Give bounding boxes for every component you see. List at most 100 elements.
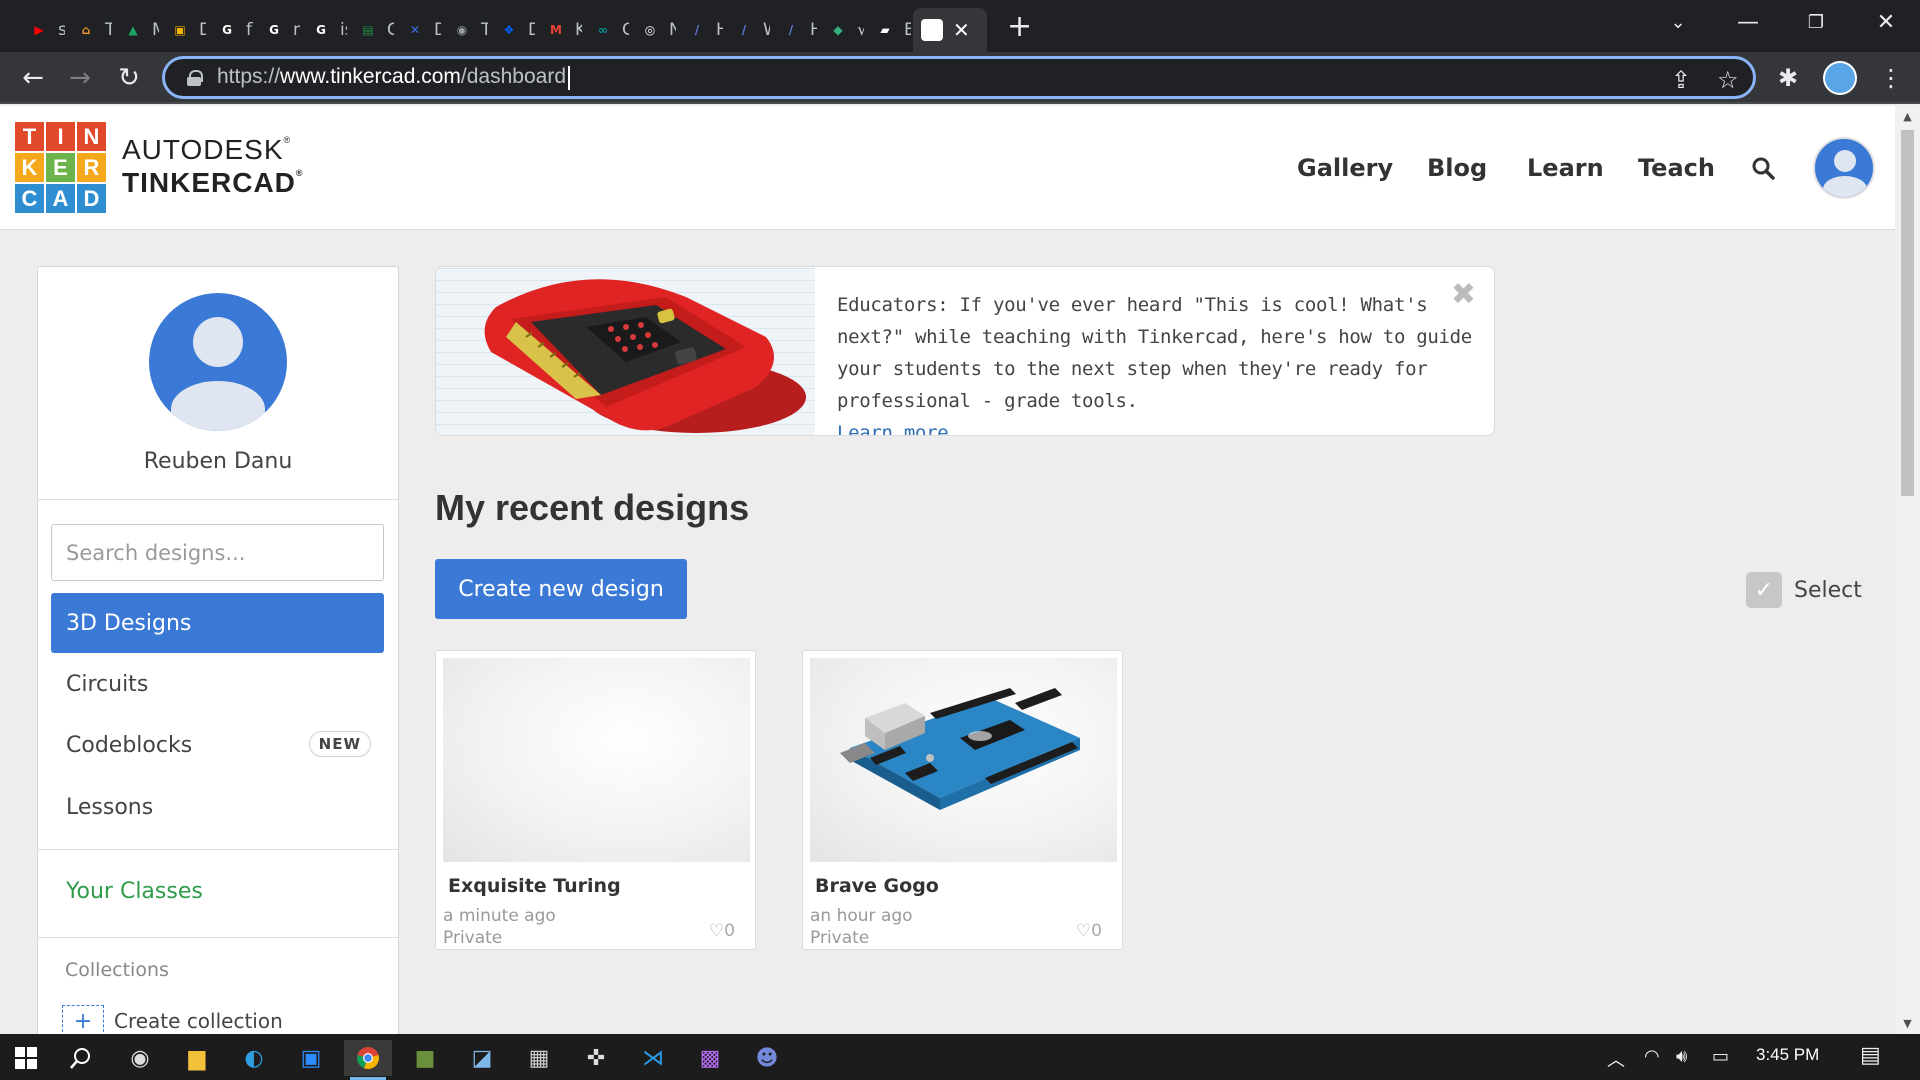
tab-favicon-icon: /	[694, 23, 700, 37]
design-privacy: Private	[443, 928, 503, 948]
browser-tab[interactable]: /W	[725, 8, 770, 52]
create-new-design-button[interactable]: Create new design	[435, 559, 687, 619]
search-icon[interactable]	[57, 1040, 105, 1076]
sidebar-item-codeblocks[interactable]: Codeblocks NEW	[51, 715, 384, 775]
restore-icon[interactable]: ❐	[1782, 0, 1850, 44]
design-card-exquisite-turing[interactable]: Exquisite Turing a minute ago Private ♡0	[435, 650, 756, 950]
lock-icon[interactable]	[187, 69, 203, 86]
design-thumbnail[interactable]	[810, 658, 1117, 862]
browser-tab[interactable]: ◆ √	[819, 8, 864, 52]
browser-profile-avatar[interactable]	[1823, 61, 1857, 95]
sidebar-item-lessons[interactable]: Lessons	[51, 777, 384, 837]
browser-menu-icon[interactable]: ⋮	[1879, 64, 1903, 92]
nav-blog[interactable]: Blog	[1427, 154, 1487, 182]
calculator-icon[interactable]: ▦	[515, 1040, 563, 1076]
new-tab-button[interactable]: +	[1007, 9, 1032, 44]
browser-tab[interactable]: ∞ Ge	[584, 8, 629, 52]
close-banner-icon[interactable]: ✖	[1451, 277, 1476, 312]
tab-search-chevron-icon[interactable]: ⌄	[1644, 0, 1712, 44]
your-classes-link[interactable]: Your Classes	[66, 879, 203, 904]
nav-gallery[interactable]: Gallery	[1297, 154, 1393, 182]
windows-start-icon[interactable]	[2, 1040, 50, 1076]
scroll-down-arrow-icon[interactable]: ▼	[1895, 1017, 1920, 1030]
brand-wordmark[interactable]: AUTODESK® TINKERCAD®	[122, 136, 304, 197]
tab-label: N	[669, 20, 676, 40]
create-collection-button[interactable]: + Create collection	[62, 1005, 283, 1034]
browser-tab[interactable]: ◎ N	[631, 8, 676, 52]
tab-tinkercad-dashboard[interactable]: ✕	[913, 8, 987, 52]
checkbox-icon[interactable]: ✓	[1746, 572, 1782, 608]
url-text[interactable]: https://www.tinkercad.com/dashboard	[217, 65, 571, 90]
tinkercad-logo[interactable]: TIN KER CAD	[15, 122, 106, 213]
browser-tab[interactable]: ▰ Bl	[866, 8, 911, 52]
browser-tab[interactable]: ◉ Tu	[443, 8, 488, 52]
forward-arrow-icon[interactable]: →	[64, 62, 96, 94]
browser-tab[interactable]: Gflo	[208, 8, 253, 52]
address-bar[interactable]: https://www.tinkercad.com/dashboard ⇪ ☆	[162, 56, 1756, 99]
close-tab-icon[interactable]: ✕	[953, 18, 970, 42]
design-title[interactable]: Exquisite Turing	[448, 875, 621, 897]
browser-tab[interactable]: ▲M	[114, 8, 159, 52]
share-icon[interactable]: ⇪	[1671, 66, 1691, 94]
minimize-icon[interactable]: —	[1714, 0, 1782, 44]
discord-icon[interactable]: ☻	[743, 1040, 791, 1076]
windows-taskbar: ◉ ▆ ◐ ▣ ■ ◪ ▦ ✜ ⋊ ▩ ☻ ︿ ◠ 🔊︎ ▭ 3:45 PM ▤	[0, 1034, 1920, 1080]
gamepad-icon[interactable]: ✜	[572, 1040, 620, 1076]
browser-tab[interactable]: / He	[678, 8, 723, 52]
sidebar-item-circuits[interactable]: Circuits	[51, 654, 384, 714]
learn-more-link[interactable]: Learn more	[837, 417, 1477, 435]
scroll-up-arrow-icon[interactable]: ▲	[1895, 110, 1920, 123]
reload-icon[interactable]: ↻	[113, 62, 145, 94]
back-arrow-icon[interactable]: ←	[17, 62, 49, 94]
tab-favicon-icon: G	[316, 23, 326, 37]
search-designs-input[interactable]	[51, 524, 384, 581]
close-window-icon[interactable]: ✕	[1852, 0, 1920, 44]
obs-icon[interactable]: ◉	[116, 1040, 164, 1076]
notes-icon[interactable]: ◪	[458, 1040, 506, 1076]
scrollbar-thumb[interactable]	[1901, 130, 1914, 496]
browser-tab[interactable]: M Ko	[537, 8, 582, 52]
search-icon[interactable]	[1751, 156, 1775, 180]
zoom-icon[interactable]: ▣	[287, 1040, 335, 1076]
nav-teach[interactable]: Teach	[1638, 154, 1715, 182]
sidebar-item-label: Circuits	[66, 671, 149, 697]
taskbar-clock[interactable]: 3:45 PM	[1756, 1045, 1819, 1065]
browser-tab[interactable]: ▤ Ca	[349, 8, 394, 52]
bookmark-star-icon[interactable]: ☆	[1717, 66, 1739, 94]
browser-tab[interactable]: ✕ Di	[396, 8, 441, 52]
wifi-icon[interactable]: ◠	[1644, 1046, 1660, 1067]
file-explorer-icon[interactable]: ▆	[173, 1040, 221, 1076]
browser-tab[interactable]: ❖ Dr	[490, 8, 535, 52]
browser-tab[interactable]: ▣ Di	[161, 8, 206, 52]
notifications-icon[interactable]: ▤	[1860, 1043, 1881, 1068]
design-thumbnail[interactable]	[443, 658, 750, 862]
design-title[interactable]: Brave Gogo	[815, 875, 939, 897]
select-toggle[interactable]: ✓ Select	[1746, 572, 1862, 608]
browser-tab[interactable]: / He	[772, 8, 817, 52]
page-scrollbar[interactable]: ▲ ▼	[1895, 106, 1920, 1034]
tab-favicon-icon: G	[222, 23, 232, 37]
intellij-icon[interactable]: ▩	[686, 1040, 734, 1076]
tray-overflow-chevron-icon[interactable]: ︿	[1607, 1046, 1625, 1072]
vscode-icon[interactable]: ⋊	[629, 1040, 677, 1076]
minecraft-icon[interactable]: ■	[401, 1040, 449, 1076]
battery-icon[interactable]: ▭	[1712, 1046, 1729, 1067]
edge-icon[interactable]: ◐	[230, 1040, 278, 1076]
browser-tab[interactable]: ▶ sp	[20, 8, 65, 52]
design-card-brave-gogo[interactable]: Brave Gogo an hour ago Private ♡0	[802, 650, 1123, 950]
profile-username[interactable]: Reuben Danu	[38, 449, 398, 474]
browser-tab[interactable]: Gis	[302, 8, 347, 52]
volume-icon[interactable]: 🔊︎	[1676, 1046, 1687, 1067]
tab-label: W	[763, 20, 770, 40]
sidebar-item-label: Lessons	[66, 794, 154, 820]
chrome-icon[interactable]	[344, 1040, 392, 1080]
profile-avatar[interactable]	[149, 293, 287, 431]
nav-learn[interactable]: Learn	[1527, 154, 1604, 182]
user-avatar[interactable]	[1813, 137, 1875, 199]
extensions-puzzle-icon[interactable]: ✱	[1778, 64, 1798, 92]
browser-tab[interactable]: ⌂ Ta	[67, 8, 112, 52]
browser-tab[interactable]: Gm	[255, 8, 300, 52]
select-label: Select	[1794, 577, 1862, 603]
sidebar-item-3d-designs[interactable]: 3D Designs	[51, 593, 384, 653]
tab-label: is	[340, 20, 347, 40]
